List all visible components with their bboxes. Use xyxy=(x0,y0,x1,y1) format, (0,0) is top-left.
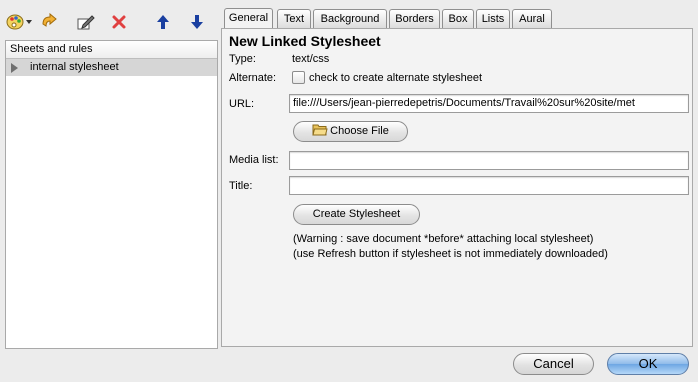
type-value: text/css xyxy=(292,53,330,65)
tab-aural[interactable]: Aural xyxy=(512,9,552,28)
tab-lists[interactable]: Lists xyxy=(476,9,510,28)
folder-icon xyxy=(312,124,328,136)
edit-icon xyxy=(77,15,95,30)
alternate-label: Alternate: xyxy=(229,72,277,84)
tree-item-label: internal stylesheet xyxy=(30,61,119,73)
alternate-checkbox-label[interactable]: check to create alternate stylesheet xyxy=(309,72,482,84)
choose-file-button[interactable]: Choose File xyxy=(293,121,408,142)
refresh-icon xyxy=(42,13,57,27)
media-list-label: Media list: xyxy=(229,154,279,166)
move-down-icon xyxy=(191,15,203,29)
cancel-button[interactable]: Cancel xyxy=(513,353,594,375)
choose-file-label: Choose File xyxy=(330,125,389,137)
warning-text-2: (use Refresh button if stylesheet is not… xyxy=(293,248,608,260)
warning-text-1: (Warning : save document *before* attach… xyxy=(293,233,594,245)
dropdown-arrow-icon[interactable] xyxy=(26,19,32,25)
url-label: URL: xyxy=(229,98,255,110)
tab-borders[interactable]: Borders xyxy=(389,9,440,28)
tab-box[interactable]: Box xyxy=(442,9,474,28)
move-up-button[interactable] xyxy=(150,10,176,34)
move-up-icon xyxy=(157,15,169,29)
sheets-tree[interactable]: Sheets and rules internal stylesheet xyxy=(5,40,218,349)
create-stylesheet-button[interactable]: Create Stylesheet xyxy=(293,204,420,225)
move-down-button[interactable] xyxy=(184,10,210,34)
type-label: Type: xyxy=(229,53,256,65)
disclosure-triangle-icon[interactable] xyxy=(11,63,18,73)
title-field[interactable] xyxy=(289,176,689,195)
tree-item-internal-stylesheet[interactable]: internal stylesheet xyxy=(6,59,217,76)
delete-button[interactable] xyxy=(106,10,132,34)
tree-header: Sheets and rules xyxy=(6,41,217,59)
form-heading: New Linked Stylesheet xyxy=(229,33,381,49)
delete-icon xyxy=(112,15,126,29)
style-palette-button[interactable] xyxy=(6,10,32,34)
title-label: Title: xyxy=(229,180,253,192)
refresh-button[interactable] xyxy=(36,10,62,34)
edit-button[interactable] xyxy=(72,10,98,34)
ok-button[interactable]: OK xyxy=(607,353,689,375)
alternate-checkbox[interactable] xyxy=(292,71,305,84)
style-palette-icon xyxy=(6,14,24,30)
tab-background[interactable]: Background xyxy=(313,9,387,28)
url-field[interactable]: file:///Users/jean-pierredepetris/Docume… xyxy=(289,94,689,113)
tab-general[interactable]: General xyxy=(224,8,273,29)
media-list-field[interactable] xyxy=(289,151,689,170)
tab-text[interactable]: Text xyxy=(277,9,311,28)
